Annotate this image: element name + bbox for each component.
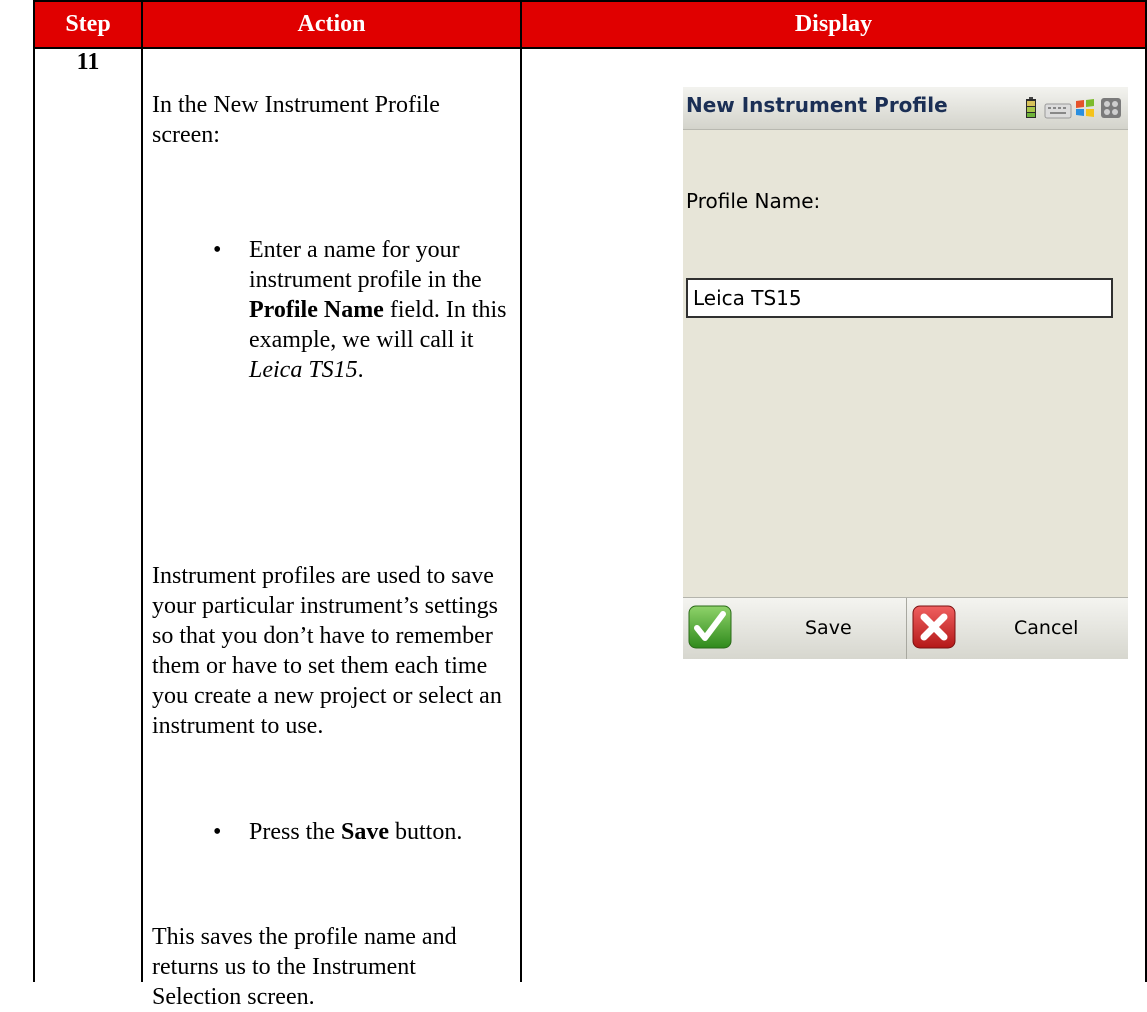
device-title: New Instrument Profile: [686, 93, 948, 117]
bullet-1-italic: Leica TS15: [249, 357, 358, 383]
profile-name-input[interactable]: [686, 278, 1113, 318]
bullet-1-bold: Profile Name: [249, 297, 384, 323]
cancel-button[interactable]: Cancel: [906, 598, 1128, 659]
status-icons: [1022, 97, 1122, 119]
checkmark-icon: [688, 605, 732, 649]
bullet-1-pre: Enter a name for your instrument profile…: [249, 237, 482, 293]
windows-flag-icon[interactable]: [1074, 97, 1096, 124]
action-paragraph: Instrument profiles are used to save you…: [152, 563, 502, 739]
action-cell: In the New Instrument Profile screen: • …: [141, 47, 522, 1010]
device-toolbar: Save Cancel: [683, 597, 1128, 659]
bullet-1-end: .: [357, 357, 364, 383]
save-button[interactable]: Save: [683, 598, 905, 659]
bullet-2-text: Press the Save button.: [249, 817, 519, 847]
bullet-2-pre: Press the: [249, 819, 335, 845]
header-step: Step: [33, 0, 143, 49]
save-label: Save: [805, 617, 852, 639]
bullet-2-bold: Save: [341, 819, 389, 845]
profile-name-label: Profile Name:: [686, 189, 821, 213]
close-all-icon[interactable]: [1100, 97, 1122, 124]
bullet-2-end: button.: [395, 819, 463, 845]
step-number: 11: [33, 47, 143, 982]
x-icon: [912, 605, 956, 649]
battery-icon[interactable]: [1024, 97, 1038, 124]
bullet-marker-2: •: [213, 819, 222, 845]
bullet-marker-1: •: [213, 237, 222, 263]
device-title-bar: New Instrument Profile: [683, 87, 1128, 130]
action-intro: In the New Instrument Profile screen:: [152, 92, 440, 148]
keyboard-icon[interactable]: [1044, 97, 1072, 124]
header-action: Action: [141, 0, 522, 49]
device-screen: New Instrument Profile Profile Name: Lei…: [683, 87, 1128, 659]
cancel-label: Cancel: [1014, 617, 1079, 639]
bullet-1-text: Enter a name for your instrument profile…: [249, 235, 519, 385]
action-closing: This saves the profile name and returns …: [152, 924, 457, 1010]
header-display: Display: [520, 0, 1147, 49]
